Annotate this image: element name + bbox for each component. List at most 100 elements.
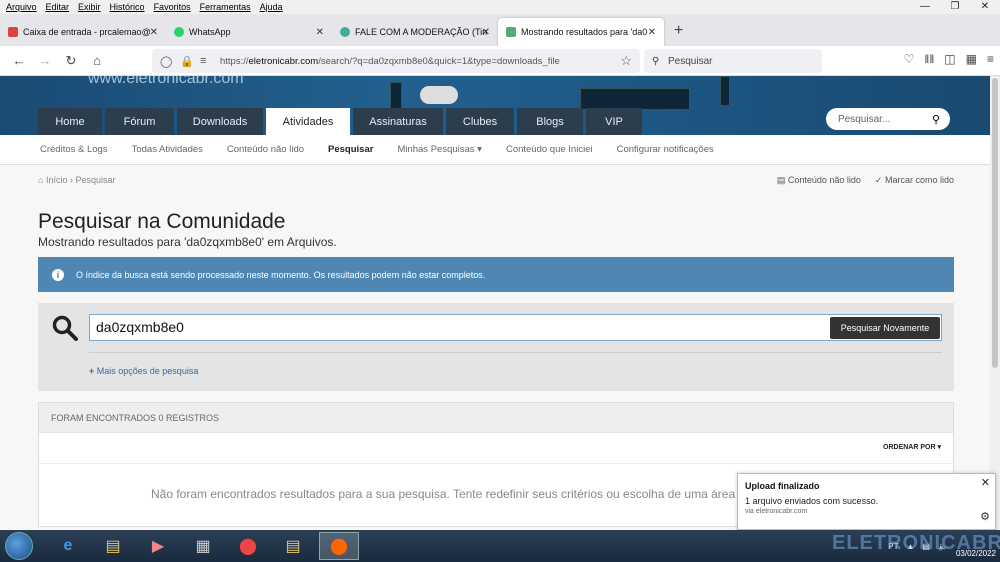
bookmark-star-icon[interactable]: ☆ [620, 53, 632, 69]
url-bar[interactable]: ◯ 🔒 ≡ https://eletronicabr.com/search/?q… [152, 49, 640, 73]
firefox-icon[interactable]: ⬤ [319, 532, 359, 560]
folder-icon[interactable]: ▤ [273, 532, 313, 560]
search-query-input[interactable]: da0zqxmb8e0 [89, 314, 942, 341]
menu-arquivo[interactable]: Arquivo [6, 2, 37, 12]
tab-search-results[interactable]: Mostrando resultados para 'da0 ✕ [498, 18, 664, 46]
watermark: ELETRONICABR [832, 532, 1000, 554]
media-player-icon[interactable]: ▶ [138, 532, 178, 560]
no-results-message: Não foram encontrados resultados para a … [151, 487, 749, 501]
nav-vip[interactable]: VIP [586, 108, 642, 135]
nav-forum[interactable]: Fórum [105, 108, 174, 135]
nav-downloads[interactable]: Downloads [177, 108, 263, 135]
subnav-creditos[interactable]: Créditos & Logs [40, 144, 108, 155]
notification-title: Upload finalizado [745, 481, 820, 491]
page-title: Pesquisar na Comunidade [38, 210, 286, 233]
lock-icon[interactable]: 🔒 [180, 55, 194, 68]
tab-moderacao[interactable]: FALE COM A MODERAÇÃO (Tin ✕ [332, 18, 498, 46]
unread-icon: ▤ [776, 175, 788, 185]
site-logo[interactable]: www.eletronicabr.com [88, 76, 244, 88]
nav-assinaturas[interactable]: Assinaturas [353, 108, 443, 135]
close-tab-icon[interactable]: ✕ [316, 27, 324, 38]
site-nav: Home Fórum Downloads Atividades Assinatu… [38, 108, 642, 135]
file-explorer-icon[interactable]: ▤ [93, 532, 133, 560]
toolbar-right: ♡ ‖‖ ◫ ▦ ≡ [904, 52, 994, 66]
browser-search-input[interactable]: ⚲ Pesquisar [644, 49, 822, 73]
divider [39, 463, 953, 464]
minimize-button[interactable]: — [910, 0, 940, 14]
whatsapp-icon [174, 27, 184, 37]
nav-clubes[interactable]: Clubes [446, 108, 514, 135]
mark-read-link[interactable]: ✓ Marcar como lido [875, 175, 954, 186]
close-icon[interactable]: ✕ [981, 476, 990, 489]
search-icon[interactable]: ⚲ [932, 113, 940, 126]
permissions-icon[interactable]: ≡ [200, 55, 206, 67]
site-search-input[interactable]: Pesquisar... ⚲ [826, 108, 950, 130]
banner-chip [720, 76, 730, 106]
reload-icon[interactable]: ↻ [58, 53, 84, 69]
menu-exibir[interactable]: Exibir [78, 2, 101, 12]
sidebar-icon[interactable]: ◫ [944, 52, 955, 66]
site-search-placeholder: Pesquisar... [838, 113, 891, 125]
page-scrollbar[interactable] [990, 76, 1000, 530]
scrollbar-thumb[interactable] [992, 78, 998, 368]
gear-icon[interactable]: ⚙ [980, 510, 990, 523]
gmail-icon [8, 27, 18, 37]
library-icon[interactable]: ‖‖ [924, 52, 934, 66]
extensions-icon[interactable]: ▦ [966, 52, 977, 66]
subnav-configurar-notificacoes[interactable]: Configurar notificações [617, 144, 714, 155]
close-tab-icon[interactable]: ✕ [150, 27, 158, 38]
breadcrumb-current: Pesquisar [75, 175, 116, 185]
tab-whatsapp[interactable]: WhatsApp ✕ [166, 18, 332, 46]
sort-dropdown[interactable]: ORDENAR POR ▾ [883, 443, 941, 451]
divider [89, 352, 942, 353]
subnav-pesquisar[interactable]: Pesquisar [328, 144, 373, 155]
nav-atividades[interactable]: Atividades [266, 108, 350, 135]
close-tab-icon[interactable]: ✕ [648, 27, 656, 38]
notification-message: 1 arquivo enviados com sucesso. [745, 496, 879, 506]
home-icon[interactable]: ⌂ [84, 53, 110, 68]
search-again-button[interactable]: Pesquisar Novamente [830, 317, 940, 339]
nav-home[interactable]: Home [38, 108, 102, 135]
window-controls: — ❐ ✕ [910, 0, 1000, 14]
tab-title: FALE COM A MODERAÇÃO (Tin [355, 27, 488, 37]
breadcrumb-home[interactable]: Início [46, 175, 68, 185]
close-window-button[interactable]: ✕ [970, 0, 1000, 14]
subnav-todas-atividades[interactable]: Todas Atividades [132, 144, 203, 155]
breadcrumb-actions: ▤ Conteúdo não lido ✓ Marcar como lido [777, 175, 954, 186]
menu-editar[interactable]: Editar [46, 2, 70, 12]
close-tab-icon[interactable]: ✕ [482, 27, 490, 38]
nav-blogs[interactable]: Blogs [517, 108, 583, 135]
subnav-conteudo-nao-lido[interactable]: Conteúdo não lido [227, 144, 304, 155]
tab-gmail[interactable]: Caixa de entrada - prcalemao@ ✕ [0, 18, 166, 46]
start-button[interactable] [5, 532, 33, 560]
menu-icon[interactable]: ≡ [987, 52, 994, 66]
subnav-conteudo-iniciei[interactable]: Conteúdo que Iniciei [506, 144, 593, 155]
more-search-options-link[interactable]: + Mais opções de pesquisa [89, 366, 198, 376]
chrome-icon[interactable]: ⬤ [228, 532, 268, 560]
url-path: /search/?q=da0zqxmb8e0&quick=1&type=down… [318, 55, 560, 67]
breadcrumb-separator: › [69, 175, 73, 185]
tab-bar: Caixa de entrada - prcalemao@ ✕ WhatsApp ✕… [0, 14, 1000, 46]
plus-icon: + [89, 366, 97, 376]
back-icon[interactable]: ← [6, 53, 32, 68]
calculator-icon[interactable]: ▦ [183, 532, 223, 560]
menu-ferramentas[interactable]: Ferramentas [200, 2, 251, 12]
forward-icon[interactable]: → [32, 53, 58, 68]
menu-ajuda[interactable]: Ajuda [260, 2, 283, 12]
maximize-button[interactable]: ❐ [940, 0, 970, 14]
tab-title: Caixa de entrada - prcalemao@ [23, 27, 151, 37]
breadcrumb: ⌂ Início › Pesquisar [38, 175, 116, 185]
unread-label: Conteúdo não lido [787, 175, 861, 185]
internet-explorer-icon[interactable]: e [48, 532, 88, 560]
pocket-icon[interactable]: ♡ [904, 52, 915, 66]
unread-content-link[interactable]: ▤ Conteúdo não lido [777, 175, 861, 186]
subnav-minhas-pesquisas[interactable]: Minhas Pesquisas ▾ [397, 144, 482, 155]
url-prefix: https:// [220, 55, 249, 67]
banner-chip [580, 88, 690, 110]
menu-historico[interactable]: Histórico [110, 2, 145, 12]
new-tab-button[interactable]: + [664, 18, 693, 46]
shield-icon[interactable]: ◯ [160, 55, 172, 68]
menu-favoritos[interactable]: Favoritos [154, 2, 191, 12]
menu-bar: Arquivo Editar Exibir Histórico Favorito… [0, 0, 1000, 14]
banner-chip [390, 82, 402, 110]
